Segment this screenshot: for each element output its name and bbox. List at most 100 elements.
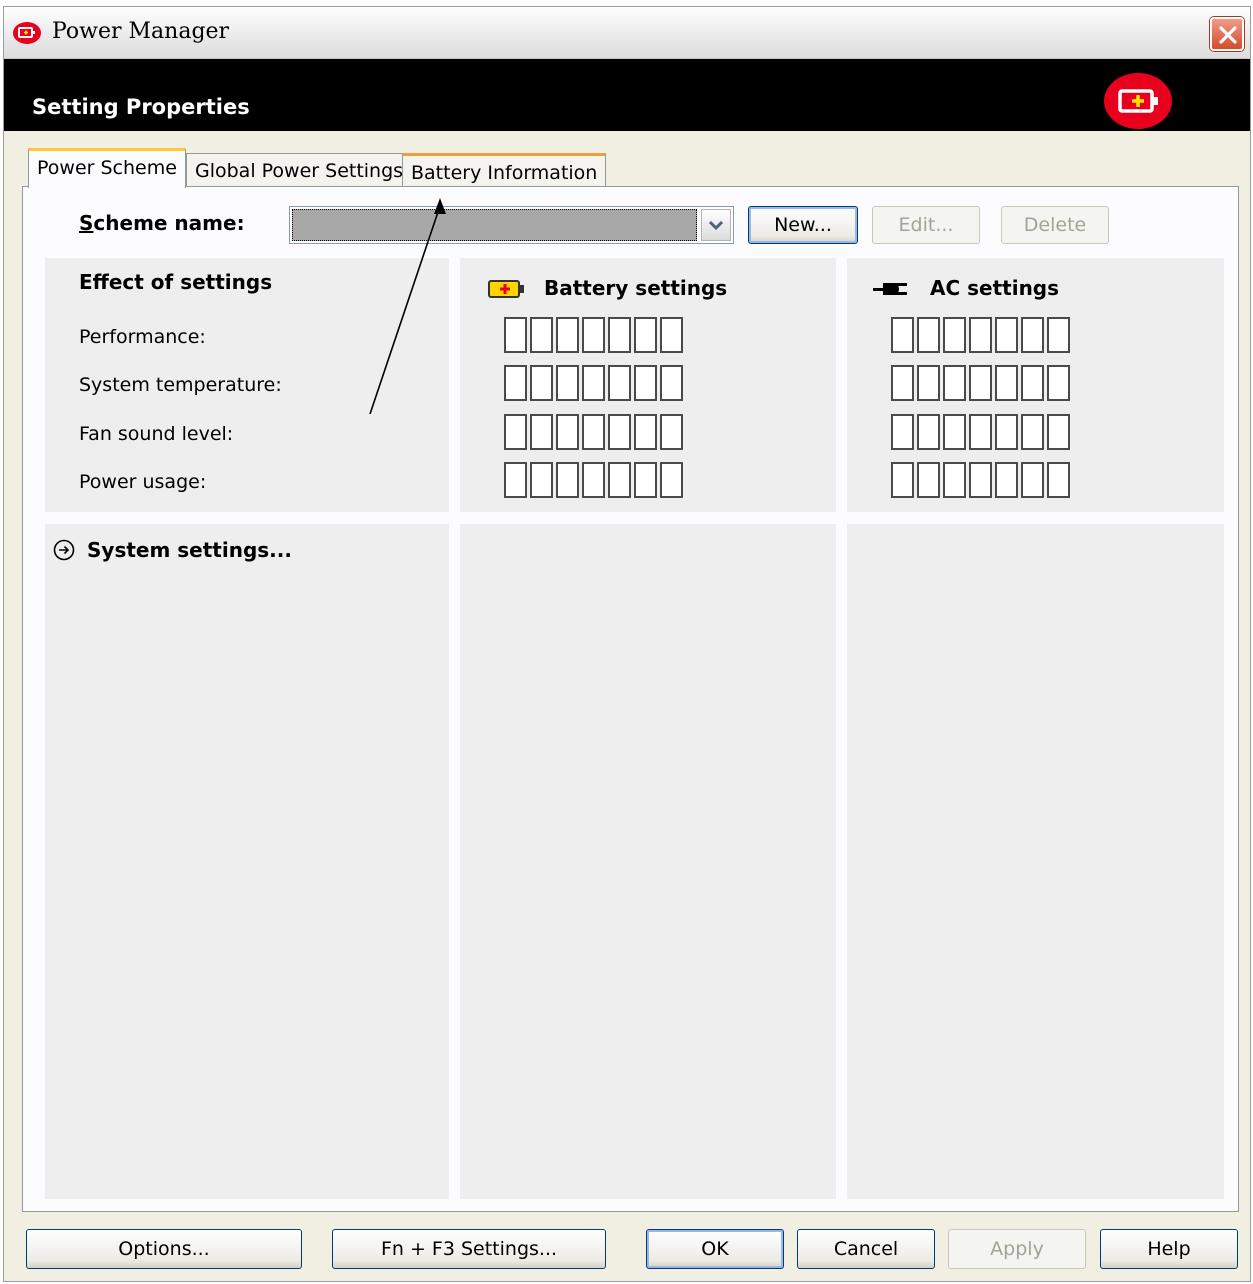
tab-power-scheme[interactable]: Power Scheme [28, 148, 186, 188]
new-label: New... [774, 214, 832, 236]
meter-cell [1021, 317, 1044, 353]
meter-cell [943, 317, 966, 353]
meter-cell [634, 317, 657, 353]
meter-cell [891, 365, 914, 401]
delete-scheme-button[interactable]: Delete [1001, 206, 1109, 244]
battery-fan-sound-meter [504, 414, 683, 450]
power-manager-window: Power Manager Setting Properties Power S… [3, 6, 1251, 1282]
meter-cell [660, 414, 683, 450]
apply-label: Apply [990, 1238, 1044, 1260]
meter-cell [556, 317, 579, 353]
meter-cell [995, 365, 1018, 401]
meter-cell [608, 365, 631, 401]
scheme-name-value[interactable] [292, 209, 697, 241]
meter-cell [504, 414, 527, 450]
meter-cell [995, 317, 1018, 353]
scheme-name-accesskey: S [79, 211, 94, 235]
meter-cell [969, 317, 992, 353]
edit-scheme-button[interactable]: Edit... [872, 206, 980, 244]
meter-cell [530, 317, 553, 353]
scheme-name-label: Scheme name: [79, 211, 245, 235]
system-settings-link[interactable]: System settings... [53, 538, 292, 562]
meter-cell [582, 365, 605, 401]
system-settings-panel: System settings... [45, 524, 449, 1199]
meter-cell [608, 317, 631, 353]
meter-cell [943, 462, 966, 498]
battery-settings-title: Battery settings [544, 276, 728, 300]
system-settings-label: System settings... [87, 538, 292, 562]
meter-cell [891, 317, 914, 353]
scheme-name-label-text: cheme name: [93, 211, 245, 235]
meter-cell [634, 365, 657, 401]
meter-cell [969, 462, 992, 498]
meter-cell [556, 414, 579, 450]
meter-cell [504, 317, 527, 353]
meter-cell [634, 414, 657, 450]
options-button[interactable]: Options... [26, 1229, 302, 1269]
meter-cell [943, 365, 966, 401]
title-bar[interactable]: Power Manager [4, 7, 1250, 59]
help-button[interactable]: Help [1100, 1229, 1238, 1269]
close-button[interactable] [1210, 17, 1244, 51]
meter-cell [1021, 365, 1044, 401]
page-title: Setting Properties [32, 95, 250, 119]
system-temperature-label: System temperature: [79, 374, 282, 396]
meter-cell [530, 414, 553, 450]
ac-system-settings-panel [847, 524, 1224, 1199]
power-manager-app-icon [13, 22, 41, 44]
battery-system-settings-panel [460, 524, 836, 1199]
tab-battery-information[interactable]: Battery Information [402, 153, 607, 189]
meter-cell [1047, 317, 1070, 353]
dropdown-button[interactable] [701, 209, 731, 241]
cancel-label: Cancel [833, 1238, 899, 1260]
battery-performance-meter [504, 317, 683, 353]
cancel-button[interactable]: Cancel [797, 1229, 935, 1269]
meter-cell [969, 414, 992, 450]
ok-label: OK [701, 1238, 729, 1260]
meter-cell [943, 414, 966, 450]
meter-cell [917, 414, 940, 450]
ac-temperature-meter [891, 365, 1070, 401]
meter-cell [608, 462, 631, 498]
arrow-right-circle-icon [53, 539, 75, 561]
meter-cell [1021, 414, 1044, 450]
new-scheme-button[interactable]: New... [748, 206, 858, 244]
meter-cell [504, 365, 527, 401]
meter-cell [556, 365, 579, 401]
meter-cell [891, 462, 914, 498]
header-banner: Setting Properties [4, 59, 1250, 131]
fn-f3-settings-button[interactable]: Fn + F3 Settings... [332, 1229, 606, 1269]
meter-cell [995, 462, 1018, 498]
ac-performance-meter [891, 317, 1070, 353]
apply-button[interactable]: Apply [948, 1229, 1086, 1269]
meter-cell [660, 462, 683, 498]
meter-cell [969, 365, 992, 401]
effect-of-settings-title: Effect of settings [79, 270, 273, 294]
performance-label: Performance: [79, 326, 206, 348]
meter-cell [530, 365, 553, 401]
meter-cell [504, 462, 527, 498]
battery-settings-panel: Battery settings [460, 258, 836, 512]
ac-plug-icon [873, 283, 907, 295]
tab-global-power-settings[interactable]: Global Power Settings [186, 153, 413, 189]
meter-cell [1047, 462, 1070, 498]
meter-cell [1047, 414, 1070, 450]
meter-cell [660, 365, 683, 401]
meter-cell [1021, 462, 1044, 498]
battery-power-usage-meter [504, 462, 683, 498]
edit-label: Edit... [898, 214, 954, 236]
meter-cell [530, 462, 553, 498]
ok-button[interactable]: OK [646, 1229, 784, 1269]
power-scheme-panel: Scheme name: New... Edit... Delete Effec… [22, 186, 1239, 1212]
battery-temperature-meter [504, 365, 683, 401]
ac-settings-title: AC settings [930, 276, 1060, 300]
chevron-down-icon [708, 220, 724, 231]
window-title: Power Manager [52, 19, 230, 44]
power-usage-label: Power usage: [79, 471, 207, 493]
meter-cell [660, 317, 683, 353]
delete-label: Delete [1023, 214, 1087, 236]
ac-power-usage-meter [891, 462, 1070, 498]
meter-cell [556, 462, 579, 498]
fn-f3-label: Fn + F3 Settings... [380, 1238, 558, 1260]
meter-cell [1047, 365, 1070, 401]
